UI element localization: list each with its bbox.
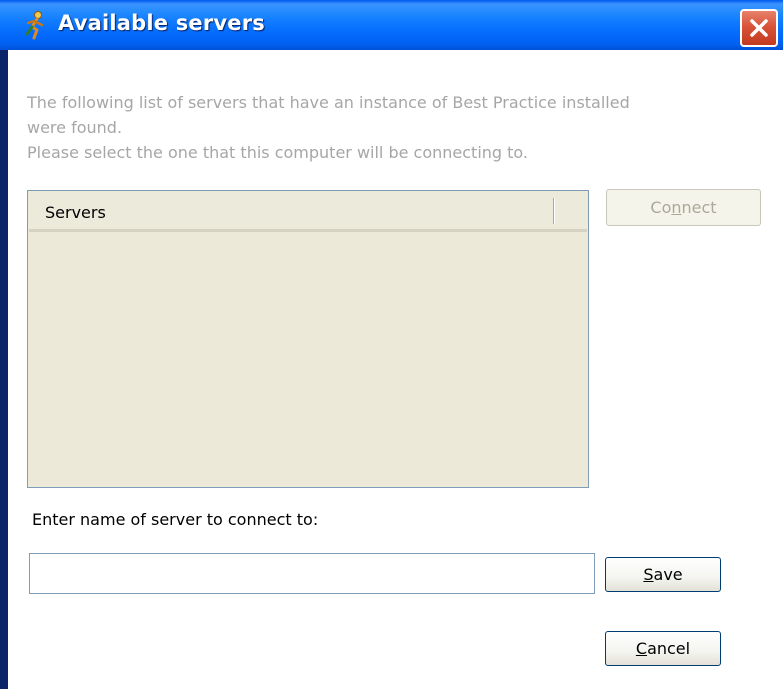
dialog-body: The following list of servers that have …: [8, 50, 783, 689]
save-button[interactable]: Save: [605, 557, 721, 592]
connect-button[interactable]: Connect: [606, 189, 761, 226]
cancel-label-mnemonic: C: [635, 639, 648, 658]
connect-label-mnemonic: n: [671, 198, 682, 217]
close-button[interactable]: [740, 9, 778, 47]
server-list[interactable]: Servers: [27, 190, 589, 488]
runner-icon: [20, 10, 50, 40]
dialog-window: Available servers The following list of …: [0, 0, 783, 689]
close-icon: [750, 19, 768, 37]
cancel-label-post: ancel: [647, 639, 691, 658]
column-resize-handle[interactable]: [553, 198, 554, 224]
save-label-mnemonic: S: [643, 565, 654, 584]
instructions-line-1: The following list of servers that have …: [27, 93, 630, 112]
cancel-button[interactable]: Cancel: [605, 631, 721, 666]
server-name-input[interactable]: [29, 553, 595, 594]
save-label-post: ave: [653, 565, 683, 584]
connect-label-pre: Co: [650, 198, 672, 217]
server-list-header[interactable]: Servers: [29, 192, 587, 232]
title-bar[interactable]: Available servers: [0, 0, 783, 50]
instructions-line-3: Please select the one that this computer…: [27, 143, 529, 162]
server-name-prompt: Enter name of server to connect to:: [32, 510, 319, 529]
connect-label-post: nect: [681, 198, 717, 217]
instructions-line-2: were found.: [27, 118, 123, 137]
window-title: Available servers: [58, 11, 266, 35]
instructions-text: The following list of servers that have …: [27, 90, 747, 165]
column-header-servers[interactable]: Servers: [45, 203, 106, 222]
